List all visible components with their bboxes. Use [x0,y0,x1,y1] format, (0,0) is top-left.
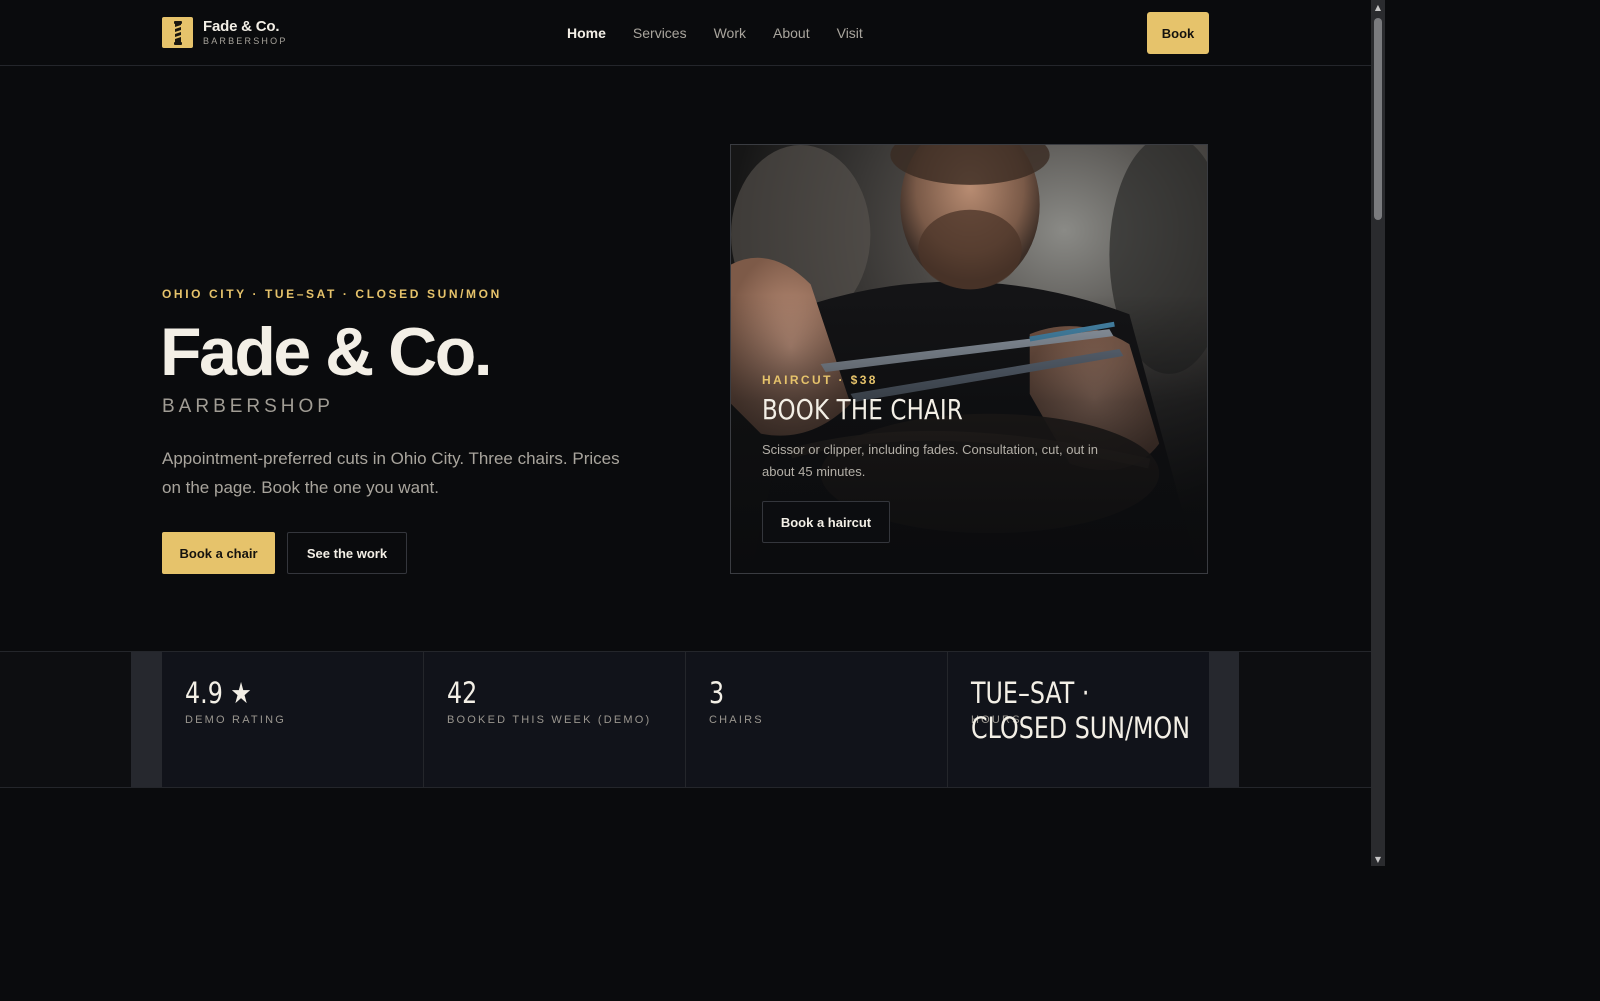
barber-pole-icon [162,17,193,48]
stat-label: BOOKED THIS WEEK (DEMO) [447,714,652,726]
stats-edge-right [1209,652,1239,787]
vertical-scrollbar[interactable]: ▲ ▼ [1371,0,1385,866]
hero-title: Fade & Co. [160,314,493,390]
stat-booked: 42 BOOKED THIS WEEK (DEMO) [424,652,686,787]
stat-value: 42 [447,676,478,710]
brand-logo-link[interactable]: Fade & Co. BARBERSHOP [162,17,288,48]
stat-value: 3 [709,676,725,710]
brand-text: Fade & Co. BARBERSHOP [203,19,288,46]
stats-row: 4.9 ★ DEMO RATING 42 BOOKED THIS WEEK (D… [162,652,1209,787]
page: Fade & Co. BARBERSHOP Home Services Work… [0,0,1371,1001]
book-a-chair-button[interactable]: Book a chair [162,532,275,574]
book-a-haircut-button[interactable]: Book a haircut [762,501,890,543]
hero-subtitle: BARBERSHOP [162,396,334,417]
nav-home[interactable]: Home [567,24,606,42]
stat-chairs: 3 CHAIRS [686,652,948,787]
outer-margin [1385,0,1600,1001]
hero-description: Appointment-preferred cuts in Ohio City.… [162,449,620,497]
card-eyebrow: HAIRCUT · $38 [762,373,878,387]
brand-name: Fade & Co. [203,18,280,35]
stat-rating: 4.9 ★ DEMO RATING [162,652,424,787]
nav-services[interactable]: Services [633,24,687,42]
stat-value: TUE–SAT · CLOSED SUN/MON [971,676,1191,745]
chevron-up-icon[interactable]: ▲ [1371,0,1385,14]
scrollbar-gap [1371,866,1385,1001]
main-nav: Home Services Work About Visit [567,24,890,42]
stats-band: 4.9 ★ DEMO RATING 42 BOOKED THIS WEEK (D… [0,651,1371,788]
stat-hours: TUE–SAT · CLOSED SUN/MON HOURS [948,652,1209,787]
site-header: Fade & Co. BARBERSHOP Home Services Work… [0,0,1371,66]
chevron-down-icon[interactable]: ▼ [1371,852,1385,866]
stat-label: DEMO RATING [185,714,286,726]
booking-card: HAIRCUT · $38 BOOK THE CHAIR Scissor or … [730,144,1208,574]
card-description: Scissor or clipper, including fades. Con… [762,442,1099,479]
header-book-button[interactable]: Book [1147,12,1209,54]
nav-work[interactable]: Work [714,24,746,42]
stat-value: 4.9 ★ [185,676,252,710]
hero-eyebrow: OHIO CITY · TUE–SAT · CLOSED SUN/MON [162,287,502,301]
stats-edge-left [131,652,162,787]
scrollbar-thumb[interactable] [1374,18,1382,220]
stat-label: CHAIRS [709,714,764,726]
see-the-work-button[interactable]: See the work [287,532,407,574]
nav-about[interactable]: About [773,24,810,42]
card-title: BOOK THE CHAIR [762,393,963,426]
nav-visit[interactable]: Visit [837,24,863,42]
brand-subtitle: BARBERSHOP [203,36,288,46]
